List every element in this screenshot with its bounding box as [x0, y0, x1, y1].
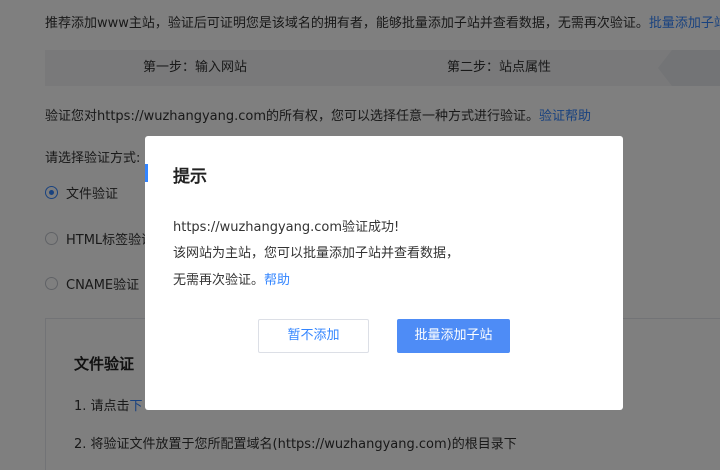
- skip-button[interactable]: 暂不添加: [258, 319, 369, 353]
- batch-add-subsite-button[interactable]: 批量添加子站: [397, 319, 510, 353]
- dialog-message-line-3: 无需再次验证。帮助: [173, 273, 291, 288]
- title-accent-bar: [145, 164, 148, 182]
- dialog-help-link[interactable]: 帮助: [264, 273, 290, 288]
- success-dialog: 提示 https://wuzhangyang.com验证成功! 该网站为主站，您…: [145, 136, 623, 410]
- dialog-message-line-2: 该网站为主站，您可以批量添加子站并查看数据，: [173, 246, 460, 261]
- dialog-message-line-1: https://wuzhangyang.com验证成功!: [173, 220, 400, 235]
- dialog-title: 提示: [173, 167, 207, 187]
